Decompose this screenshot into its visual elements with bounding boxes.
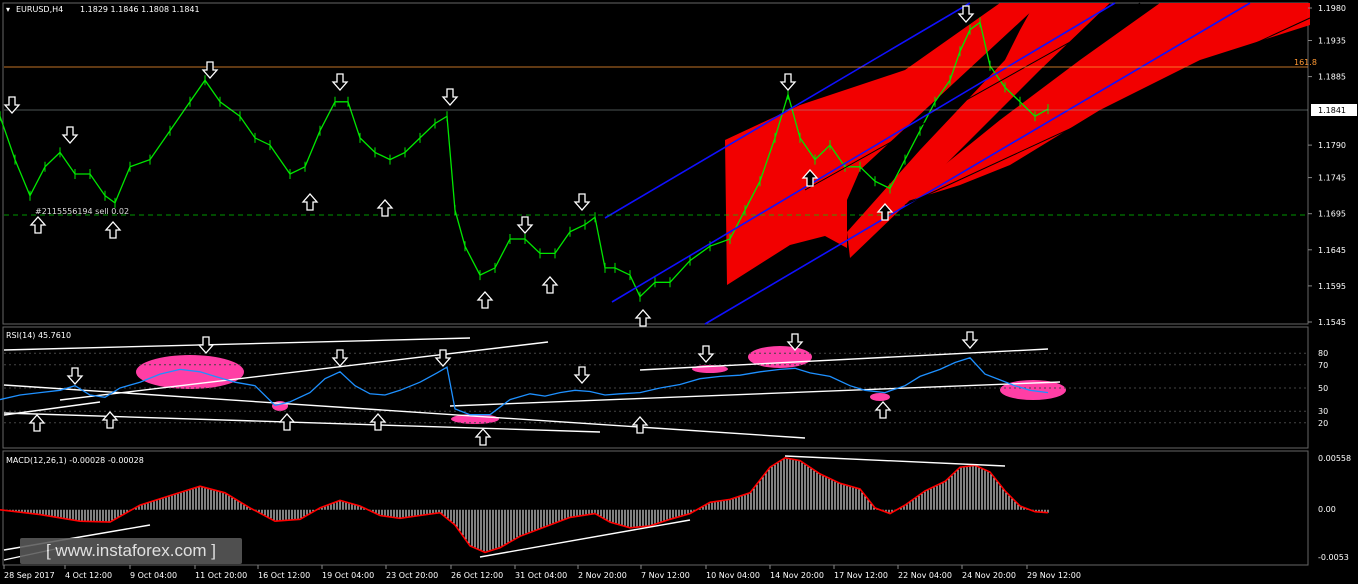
rsi-trend-2 xyxy=(59,341,549,401)
chart-canvas: 161.8 #2115556194 sell 0.02 ▾ EURUSD,H4 … xyxy=(0,2,1357,580)
macd-header: MACD(12,26,1) -0.00028 -0.00028 xyxy=(6,456,144,465)
channel-line-middle xyxy=(611,2,1116,303)
fib-label: 161.8 xyxy=(1294,58,1317,67)
arrow-up-icon xyxy=(278,413,296,431)
price-axis-label: 1.1745 xyxy=(1318,174,1346,183)
macd-axis-bottom: -0.0053 xyxy=(1318,553,1349,562)
arrow-down-icon xyxy=(697,345,715,363)
rsi-trend-1 xyxy=(3,337,471,351)
time-axis-label: 10 Nov 04:00 xyxy=(706,571,760,580)
arrow-up-icon xyxy=(101,411,119,429)
time-axis-label: 24 Nov 20:00 xyxy=(962,571,1016,580)
rsi-trend-7 xyxy=(3,401,101,416)
arrow-down-icon xyxy=(331,73,349,91)
arrow-up-icon xyxy=(29,216,47,234)
time-axis-label: 7 Nov 12:00 xyxy=(641,571,690,580)
main-header-arrow: ▾ xyxy=(6,5,10,14)
time-axis-label: 9 Oct 04:00 xyxy=(130,571,177,580)
macd-axis-zero: 0.00 xyxy=(1318,505,1336,514)
time-axis-label: 4 Oct 12:00 xyxy=(65,571,112,580)
time-axis-label: 16 Oct 12:00 xyxy=(258,571,310,580)
red-zones xyxy=(725,3,1310,285)
arrow-down-icon xyxy=(61,126,79,144)
rsi-header: RSI(14) 45.7610 xyxy=(6,331,71,340)
arrow-up-icon xyxy=(631,416,649,434)
time-axis: 28 Sep 2017 4 Oct 12:00 9 Oct 04:00 11 Oct … xyxy=(3,565,1081,580)
rsi-level-label: 20 xyxy=(1318,419,1328,428)
price-axis-label: 1.1545 xyxy=(1318,318,1346,327)
rsi-level-label: 70 xyxy=(1318,361,1328,370)
arrow-up-icon xyxy=(301,193,319,211)
time-axis-label: 26 Oct 12:00 xyxy=(451,571,503,580)
macd-trend-1 xyxy=(784,455,1006,467)
main-header-ohlc: 1.1829 1.1846 1.1808 1.1841 xyxy=(80,5,200,14)
arrow-up-icon xyxy=(376,199,394,217)
price-axis-label: 1.1885 xyxy=(1318,73,1346,82)
rsi-ellipses xyxy=(136,346,1066,424)
price-line xyxy=(0,21,1049,298)
rsi-level-label: 50 xyxy=(1318,384,1328,393)
time-axis-label: 29 Nov 12:00 xyxy=(1027,571,1081,580)
order-label: #2115556194 sell 0.02 xyxy=(35,207,129,216)
arrow-down-icon xyxy=(197,336,215,354)
rsi-level-label: 80 xyxy=(1318,349,1328,358)
arrow-down-icon xyxy=(573,193,591,211)
arrow-down-icon xyxy=(3,96,21,114)
rsi-level-label: 30 xyxy=(1318,407,1328,416)
arrow-up-icon xyxy=(474,428,492,446)
arrow-down-icon xyxy=(516,216,534,234)
rsi-trend-6 xyxy=(639,348,1049,371)
arrow-down-icon xyxy=(331,349,349,367)
time-axis-label: 28 Sep 2017 xyxy=(4,571,55,580)
arrow-up-icon xyxy=(874,401,892,419)
arrow-up-icon xyxy=(104,221,122,239)
price-axis-label: 1.1790 xyxy=(1318,141,1346,150)
time-axis-label: 23 Oct 20:00 xyxy=(386,571,438,580)
watermark: [ www.instaforex.com ] xyxy=(20,538,242,564)
main-header-symbol: EURUSD,H4 xyxy=(16,5,63,14)
arrow-up-icon xyxy=(28,414,46,432)
price-axis: 1.1980 1.1935 1.1885 1.1790 1.1745 1.1695 1.16… xyxy=(1308,4,1346,327)
time-axis-label: 22 Nov 04:00 xyxy=(898,571,952,580)
rsi-trend-5 xyxy=(449,381,1061,407)
price-axis-label: 1.1695 xyxy=(1318,210,1346,219)
arrow-down-icon xyxy=(66,367,84,385)
time-axis-label: 11 Oct 20:00 xyxy=(195,571,247,580)
arrow-down-icon xyxy=(441,88,459,106)
macd-axis-top: 0.00558 xyxy=(1318,454,1351,463)
arrow-down-icon xyxy=(961,331,979,349)
price-axis-label: 1.1645 xyxy=(1318,246,1346,255)
arrow-down-icon xyxy=(779,73,797,91)
arrow-up-icon xyxy=(541,276,559,294)
time-axis-label: 19 Oct 04:00 xyxy=(322,571,374,580)
time-axis-label: 17 Nov 12:00 xyxy=(834,571,888,580)
time-axis-label: 31 Oct 04:00 xyxy=(515,571,567,580)
current-price-label: 1.1841 xyxy=(1318,106,1346,115)
arrow-down-icon xyxy=(573,366,591,384)
arrow-down-icon xyxy=(434,349,452,367)
arrow-up-icon xyxy=(476,291,494,309)
time-axis-label: 14 Nov 20:00 xyxy=(770,571,824,580)
rsi-trendlines xyxy=(3,337,1061,439)
arrow-up-icon xyxy=(369,413,387,431)
time-axis-label: 2 Nov 20:00 xyxy=(578,571,627,580)
price-axis-label: 1.1595 xyxy=(1318,282,1346,291)
rsi-ellipse-6 xyxy=(870,393,890,401)
price-axis-label: 1.1935 xyxy=(1318,37,1346,46)
price-axis-label: 1.1980 xyxy=(1318,4,1346,13)
